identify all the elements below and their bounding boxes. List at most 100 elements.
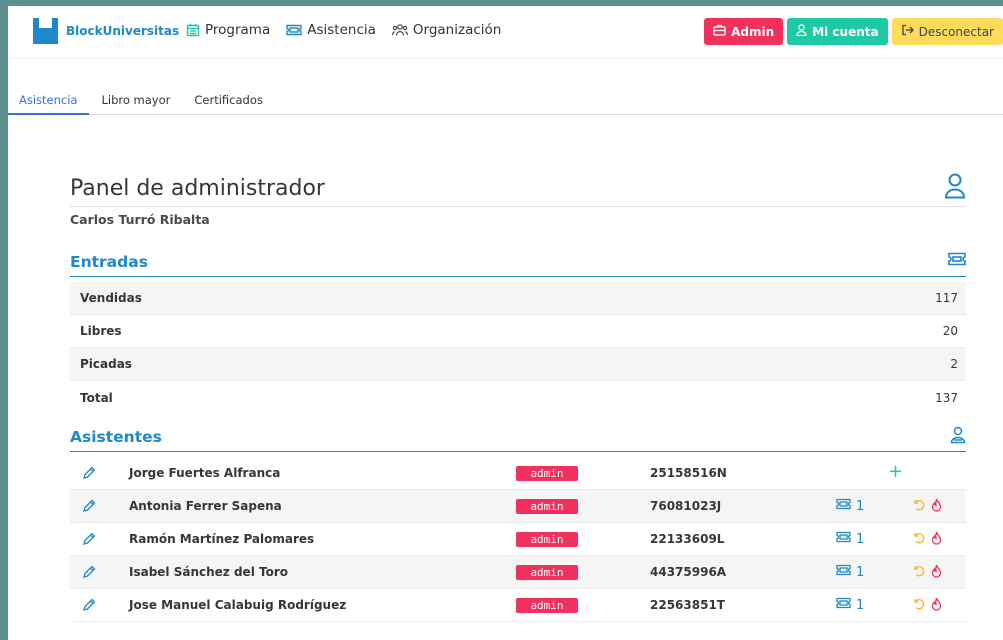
attendee-name: Jose Manuel Calabuig Rodríguez (129, 598, 347, 612)
row-label: Libres (80, 324, 122, 338)
fire-icon[interactable] (931, 498, 942, 515)
asistentes-title: Asistentes (70, 428, 162, 446)
page-subtitle: Carlos Turró Ribalta (70, 212, 210, 227)
user-icon (796, 24, 807, 39)
ticket-count[interactable]: 1 (836, 498, 864, 514)
ticket-icon (948, 251, 966, 270)
attendee-dni: 25158516N (650, 466, 727, 480)
ticket-count[interactable]: 1 (836, 597, 864, 613)
tab-bar: Asistencia Libro mayor Certificados (8, 90, 1003, 115)
row-actions (912, 597, 942, 614)
asistentes-header: Asistentes (70, 426, 966, 452)
list-item: Ramón Martínez Palomares admin 22133609L… (70, 523, 966, 556)
ticket-count-value: 1 (856, 597, 865, 613)
ticket-count[interactable]: 1 (836, 564, 864, 580)
ticket-count-value: 1 (856, 531, 865, 547)
list-item: Jose Manuel Calabuig Rodríguez admin 225… (70, 589, 966, 622)
table-row: Vendidas 117 (70, 282, 966, 315)
table-row: Total 137 (70, 381, 966, 414)
nav-link-organizacion[interactable]: Organización (391, 22, 502, 38)
tab-certificados[interactable]: Certificados (182, 90, 274, 115)
row-value: 117 (935, 291, 958, 305)
user-profile-icon[interactable] (944, 173, 966, 203)
pencil-icon[interactable] (82, 598, 96, 615)
fire-icon[interactable] (931, 531, 942, 548)
page-title: Panel de administrador (70, 176, 325, 201)
list-item: Jorge Fuertes Alfranca admin 25158516N + (70, 457, 966, 490)
pencil-icon[interactable] (82, 532, 96, 549)
attendee-dni: 76081023J (650, 499, 722, 513)
nav-link-programa[interactable]: Programa (186, 22, 270, 38)
row-value: 20 (942, 324, 958, 338)
attendee-dni: 22563851T (650, 598, 725, 612)
role-badge: admin (516, 598, 578, 613)
main-content: Panel de administrador Carlos Turró Riba… (70, 171, 966, 622)
row-actions (912, 564, 942, 581)
row-actions (912, 531, 942, 548)
role-badge: admin (516, 565, 578, 580)
mi-cuenta-button[interactable]: Mi cuenta (787, 18, 888, 45)
desconectar-button[interactable]: Desconectar (891, 18, 1003, 45)
entradas-title: Entradas (70, 253, 148, 271)
row-value: 2 (950, 357, 958, 371)
attendee-name: Ramón Martínez Palomares (129, 532, 315, 546)
entradas-header: Entradas (70, 251, 966, 277)
brand-logo-icon (33, 18, 58, 44)
admin-button[interactable]: Admin (704, 18, 784, 45)
nav-link-label: Programa (205, 22, 271, 38)
entradas-table: Vendidas 117 Libres 20 Picadas 2 Total 1… (70, 282, 966, 414)
nav-link-asistencia[interactable]: Asistencia (286, 22, 376, 38)
row-value: 137 (935, 390, 958, 405)
pencil-icon[interactable] (82, 466, 96, 483)
table-row: Libres 20 (70, 315, 966, 348)
attendee-dni: 44375996A (650, 565, 727, 579)
fire-icon[interactable] (931, 597, 942, 614)
attendee-name: Isabel Sánchez del Toro (129, 565, 288, 579)
fire-icon[interactable] (931, 564, 942, 581)
navbar: BlockUniversitas Programa Asistencia Org… (8, 6, 1003, 59)
add-ticket-button[interactable]: + (888, 461, 903, 482)
row-label: Picadas (80, 357, 132, 371)
users-icon (391, 23, 408, 37)
pencil-icon[interactable] (82, 565, 96, 582)
undo-icon[interactable] (912, 564, 925, 581)
attendee-name: Antonia Ferrer Sapena (129, 499, 282, 513)
mi-cuenta-button-label: Mi cuenta (812, 24, 879, 39)
ticket-icon (286, 24, 302, 36)
tab-libro-mayor[interactable]: Libro mayor (89, 90, 182, 115)
table-row: Picadas 2 (70, 348, 966, 381)
ticket-icon (836, 564, 851, 580)
ticket-icon (836, 498, 851, 514)
role-badge: admin (516, 499, 578, 514)
asistentes-list: Jorge Fuertes Alfranca admin 25158516N +… (70, 457, 966, 622)
pencil-icon[interactable] (82, 499, 96, 516)
nav-links: Programa Asistencia Organización (186, 22, 501, 38)
tab-asistencia[interactable]: Asistencia (8, 90, 90, 115)
row-actions (912, 498, 942, 515)
logout-icon (901, 24, 914, 39)
row-label: Vendidas (80, 291, 142, 305)
ticket-count[interactable]: 1 (836, 531, 864, 547)
brand-name: BlockUniversitas (66, 24, 180, 38)
undo-icon[interactable] (912, 498, 925, 515)
calendar-icon (186, 23, 200, 37)
list-item: Antonia Ferrer Sapena admin 76081023J 1 (70, 490, 966, 523)
desconectar-button-label: Desconectar (918, 24, 994, 39)
undo-icon[interactable] (912, 531, 925, 548)
ticket-icon (836, 531, 851, 547)
user-group-icon (950, 426, 966, 448)
nav-link-label: Organización (412, 22, 502, 38)
brand[interactable]: BlockUniversitas (33, 18, 179, 44)
list-item: Isabel Sánchez del Toro admin 44375996A … (70, 556, 966, 589)
briefcase-icon (713, 24, 726, 39)
ticket-icon (836, 597, 851, 613)
undo-icon[interactable] (912, 597, 925, 614)
attendee-dni: 22133609L (650, 532, 725, 546)
ticket-count-value: 1 (856, 498, 865, 514)
attendee-name: Jorge Fuertes Alfranca (129, 466, 281, 480)
ticket-count-value: 1 (856, 564, 865, 580)
admin-button-label: Admin (731, 24, 775, 39)
row-label: Total (80, 390, 113, 405)
role-badge: admin (516, 532, 578, 547)
nav-actions: Admin Mi cuenta Desconectar (704, 18, 1003, 45)
